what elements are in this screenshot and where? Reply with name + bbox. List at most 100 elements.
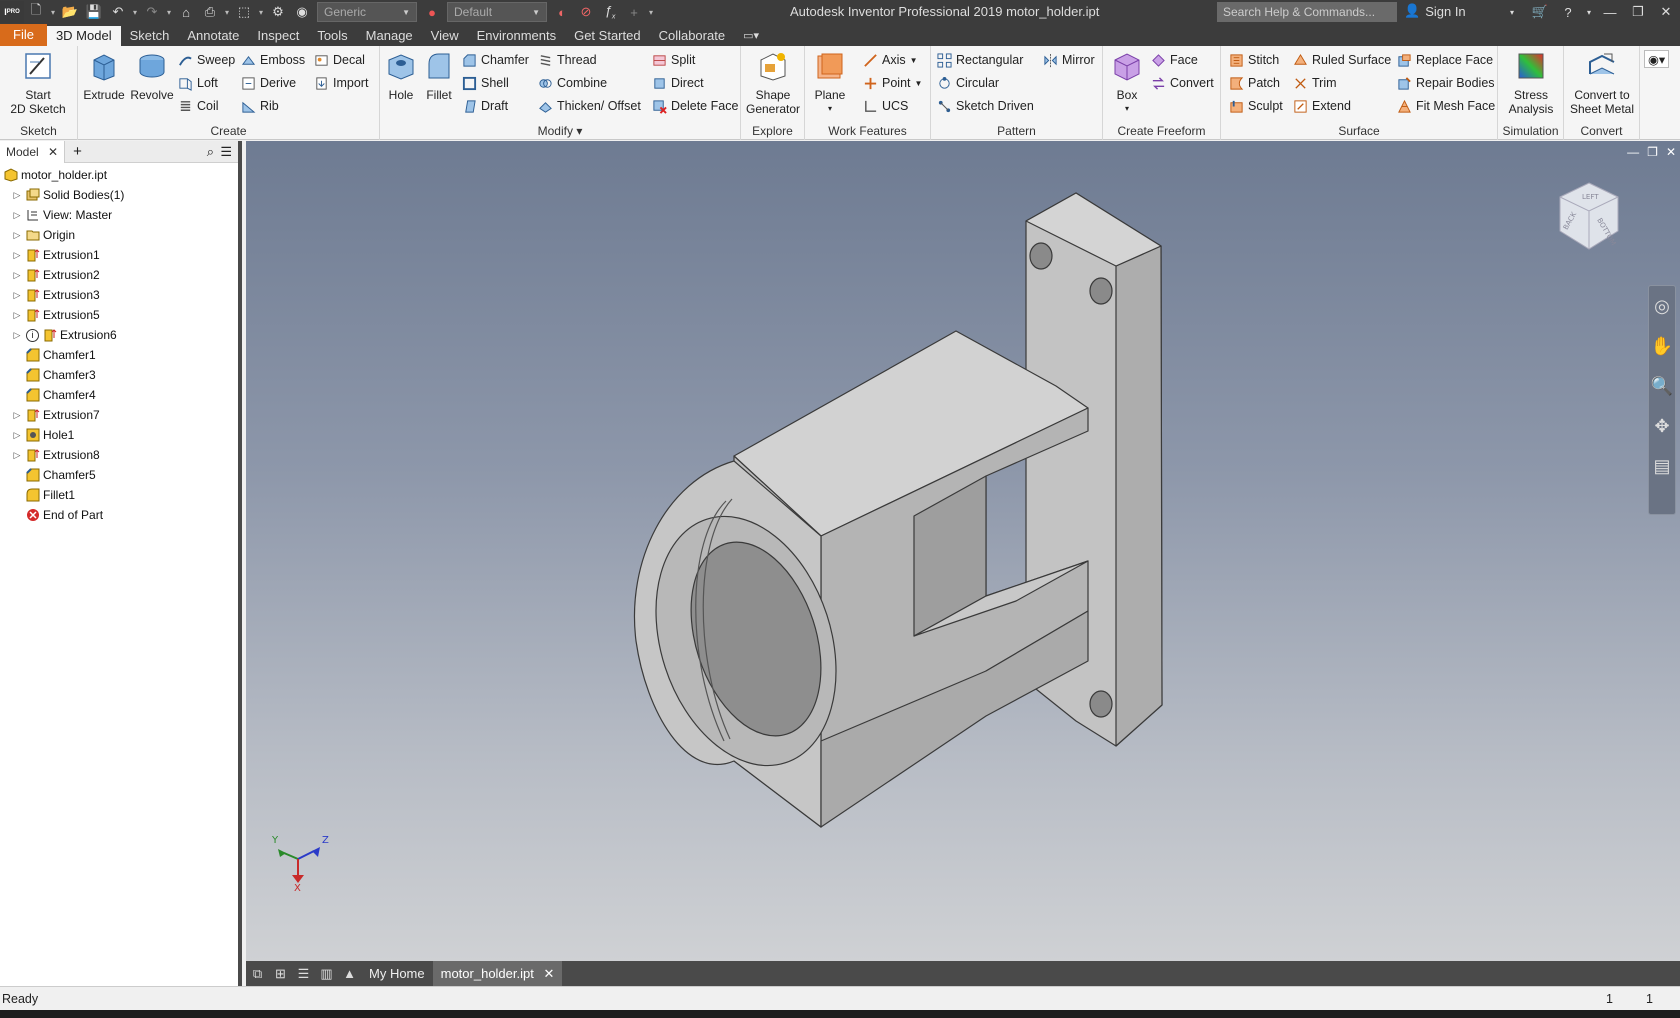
print-icon[interactable]: ⎙ [198,1,222,23]
point-button[interactable]: Point ▼ [863,74,922,92]
extend-button[interactable]: Extend [1293,97,1351,115]
shape-generator-button[interactable]: Shape Generator [743,50,803,116]
new-dropdown-icon[interactable]: ▾ [48,8,58,17]
close-doc-tab-icon[interactable]: ✕ [543,966,554,981]
material-select[interactable]: Generic ▼ [317,2,417,22]
doc-tab-motor-holder[interactable]: motor_holder.ipt ✕ [432,961,563,986]
box-button[interactable]: Box ▾ [1107,50,1147,116]
ribbon-display-toggle-icon[interactable]: ▭▾ [734,26,768,46]
clear-appearance-icon[interactable]: ⊘ [574,1,598,23]
repair-bodies-button[interactable]: Repair Bodies [1397,74,1495,92]
doc-tab-my-home[interactable]: My Home [361,961,433,986]
ruled-surface-button[interactable]: Ruled Surface [1293,51,1391,69]
tree-item[interactable]: ▷ Origin [0,225,238,245]
tile-vertical-icon[interactable]: ▥ [315,961,338,986]
print-dropdown-icon[interactable]: ▾ [222,8,232,17]
fit-mesh-face-button[interactable]: Fit Mesh Face [1397,97,1495,115]
orbit-icon[interactable]: ✥ [1649,406,1675,446]
customize-dropdown-icon[interactable]: ▾ [646,8,656,17]
tab-tools[interactable]: Tools [308,26,356,46]
tree-item[interactable]: ▷ Solid Bodies(1) [0,185,238,205]
tree-item[interactable]: ▷ Extrusion2 [0,265,238,285]
rib-button[interactable]: Rib [241,97,279,115]
extrude-button[interactable]: Extrude [80,50,128,102]
trim-button[interactable]: Trim [1293,74,1337,92]
shell-button[interactable]: Shell [462,74,509,92]
coil-button[interactable]: Coil [178,97,219,115]
rectangular-pattern-button[interactable]: Rectangular [937,51,1023,69]
select-dropdown-icon[interactable]: ▾ [256,8,266,17]
tab-sketch[interactable]: Sketch [121,26,179,46]
thread-button[interactable]: Thread [538,51,597,69]
undo-icon[interactable]: ↶ [106,1,130,23]
tab-environments[interactable]: Environments [468,26,565,46]
derive-button[interactable]: Derive [241,74,296,92]
axis-button[interactable]: Axis ▼ [863,51,918,69]
appearance-select[interactable]: Default ▼ [447,2,547,22]
point-dropdown-icon[interactable]: ▼ [915,79,923,88]
axis-dropdown-icon[interactable]: ▼ [910,56,918,65]
view-face-icon[interactable]: ▤ [1649,446,1675,486]
tree-item[interactable]: Chamfer4 [0,385,238,405]
expand-arrow-icon[interactable]: ▷ [12,410,22,421]
cart-icon[interactable]: 🛒 [1526,4,1554,20]
tab-manage[interactable]: Manage [357,26,422,46]
stitch-button[interactable]: Stitch [1229,51,1279,69]
tab-annotate[interactable]: Annotate [178,26,248,46]
fillet-button[interactable]: Fillet [420,50,458,102]
hole-button[interactable]: Hole [382,50,420,102]
tree-item[interactable]: ▷ Extrusion1 [0,245,238,265]
tile-horizontal-icon[interactable]: ☰ [292,961,315,986]
update-icon[interactable]: ⚙ [266,1,290,23]
ucs-button[interactable]: UCS [863,97,908,115]
import-button[interactable]: Import [314,74,368,92]
zoom-icon[interactable]: 🔍 [1649,366,1675,406]
doc-list-icon[interactable]: ▲ [338,961,361,986]
tab-view[interactable]: View [422,26,468,46]
tab-file[interactable]: File [0,24,47,46]
expand-arrow-icon[interactable]: ▷ [12,310,22,321]
circular-pattern-button[interactable]: Circular [937,74,999,92]
undo-dropdown-icon[interactable]: ▾ [130,8,140,17]
add-icon[interactable]: + [622,1,646,23]
tree-item[interactable]: ▷ View: Master [0,205,238,225]
expand-arrow-icon[interactable]: ▷ [12,190,22,201]
tree-item[interactable]: Chamfer3 [0,365,238,385]
graphics-viewport[interactable]: — ❐ ✕ LEFT BACK BOTTOM ◎ ✋ 🔍 ✥ ▤ Y Z X [246,141,1680,961]
redo-dropdown-icon[interactable]: ▾ [164,8,174,17]
combine-button[interactable]: Combine [538,74,607,92]
draft-button[interactable]: Draft [462,97,508,115]
plane-button[interactable]: Plane ▾ [809,50,851,116]
replace-face-button[interactable]: Replace Face [1397,51,1493,69]
cascade-windows-icon[interactable]: ⧉ [246,961,269,986]
tree-item[interactable]: ▷ Extrusion7 [0,405,238,425]
decal-button[interactable]: Decal [314,51,365,69]
expand-arrow-icon[interactable]: ▷ [12,450,22,461]
expand-arrow-icon[interactable]: ▷ [12,290,22,301]
signin-dropdown-icon[interactable]: ▾ [1498,8,1526,17]
chamfer-button[interactable]: Chamfer [462,51,529,69]
3d-model[interactable] [246,141,1680,961]
close-browser-tab-icon[interactable]: ✕ [48,145,58,159]
help-icon[interactable]: ? [1554,5,1582,20]
box-dropdown-icon[interactable]: ▾ [1107,102,1147,116]
tree-item[interactable]: Chamfer5 [0,465,238,485]
expand-arrow-icon[interactable]: ▷ [12,270,22,281]
save-icon[interactable]: 💾 [82,1,106,23]
tree-item[interactable]: motor_holder.ipt [0,165,238,185]
emboss-button[interactable]: Emboss [241,51,305,69]
material-icon[interactable]: ◉ [290,1,314,23]
browser-tab-model[interactable]: Model ✕ [0,140,66,163]
sweep-button[interactable]: Sweep [178,51,235,69]
mirror-button[interactable]: Mirror [1043,51,1095,69]
direct-button[interactable]: Direct [652,74,704,92]
tile-windows-icon[interactable]: ⊞ [269,961,292,986]
tree-item[interactable]: ▷ Hole1 [0,425,238,445]
steering-wheel-icon[interactable]: ◎ [1649,286,1675,326]
plane-dropdown-icon[interactable]: ▾ [809,102,851,116]
patch-button[interactable]: Patch [1229,74,1280,92]
close-window-icon[interactable]: ✕ [1652,4,1680,20]
sculpt-button[interactable]: Sculpt [1229,97,1283,115]
tab-get-started[interactable]: Get Started [565,26,649,46]
select-icon[interactable]: ⬚ [232,1,256,23]
